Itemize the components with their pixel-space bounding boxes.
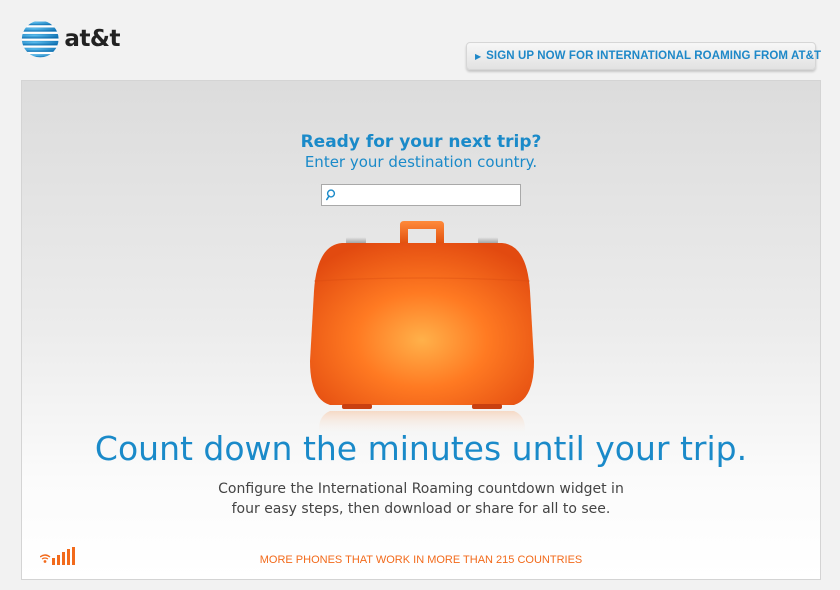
search-icon [325, 189, 336, 201]
signup-international-roaming-button[interactable]: ▶ SIGN UP NOW FOR INTERNATIONAL ROAMING … [466, 42, 821, 70]
suitcase-illustration [310, 221, 534, 436]
more-phones-link[interactable]: MORE PHONES THAT WORK IN MORE THAN 215 C… [22, 554, 820, 566]
att-logo[interactable]: at&t [20, 14, 120, 64]
page-heading: Ready for your next trip? [300, 132, 542, 152]
description-line-2: four easy steps, then download or share … [231, 501, 611, 517]
att-globe-icon [21, 20, 59, 58]
logo-text: at&t [64, 26, 120, 52]
description-line-1: Configure the International Roaming coun… [218, 481, 624, 497]
destination-search-box[interactable] [321, 184, 521, 206]
destination-country-input[interactable] [339, 186, 520, 204]
page-subheading: Enter your destination country. [304, 153, 538, 171]
description: Configure the International Roaming coun… [22, 479, 820, 519]
tagline: Count down the minutes until your trip. [94, 429, 748, 468]
signup-button-label: SIGN UP NOW FOR INTERNATIONAL ROAMING FR… [486, 50, 822, 62]
main-panel: Ready for your next trip? Enter your des… [21, 80, 821, 580]
arrow-right-icon: ▶ [475, 51, 482, 61]
